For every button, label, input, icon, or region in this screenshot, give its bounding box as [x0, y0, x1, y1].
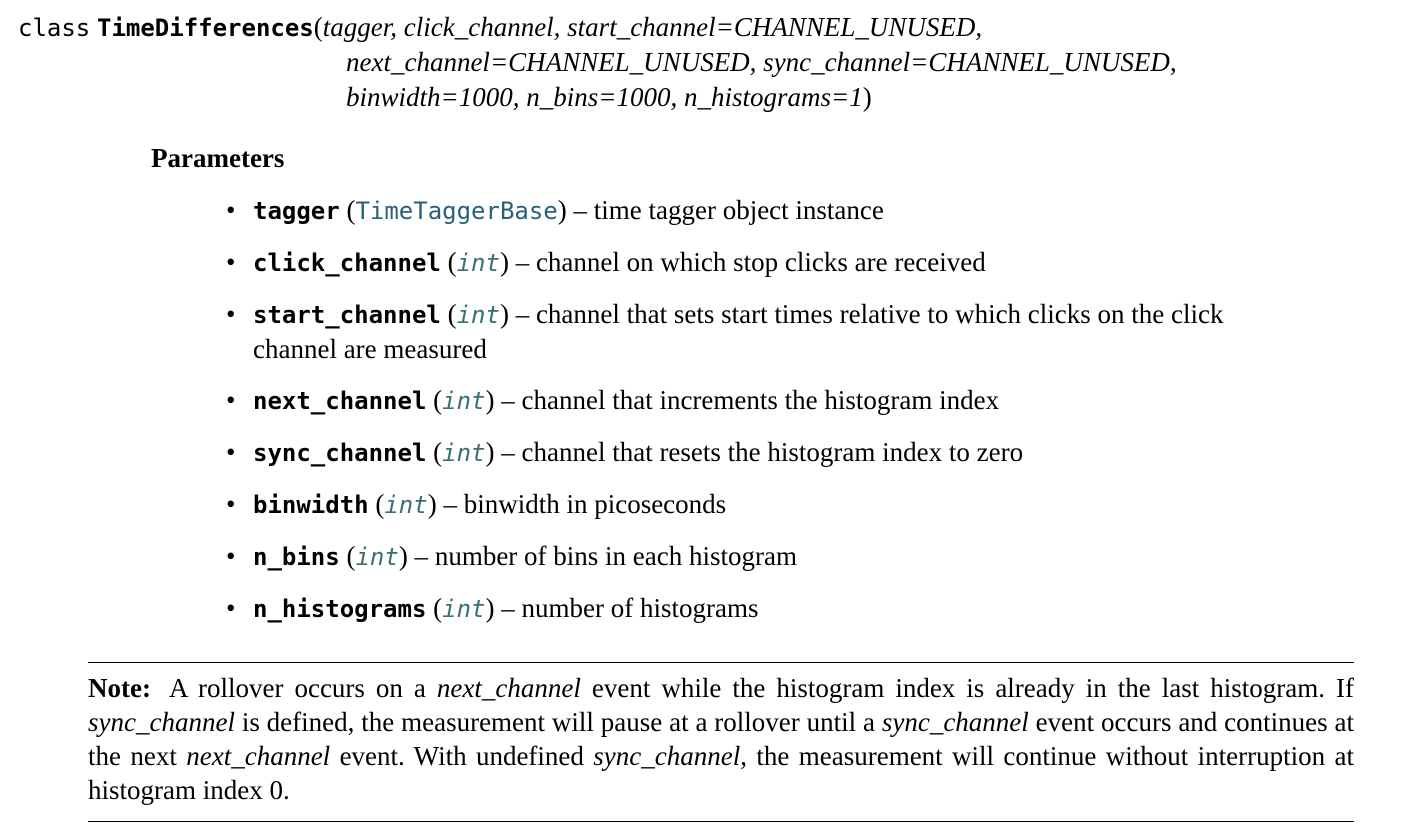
signature-args-line3-row: binwidth=1000, n_bins=1000, n_histograms… — [346, 80, 872, 115]
note-emphasis-3: sync_channel — [881, 707, 1029, 737]
param-n-bins: • n_bins (int) – number of bins in each … — [226, 541, 797, 571]
note-emphasis-5: sync_channel — [593, 741, 741, 771]
note-text-3: is defined, the measurement will pause a… — [234, 707, 882, 737]
note-admonition: Note: A rollover occurs on a next_channel… — [88, 671, 1354, 807]
param-name: start_channel — [253, 301, 441, 329]
note-text-1: A rollover occurs on a — [168, 673, 437, 703]
param-type-link[interactable]: int — [355, 543, 398, 571]
signature-args-line1: tagger, click_channel, start_channel=CHA… — [322, 12, 983, 42]
param-name: click_channel — [253, 249, 441, 277]
note-text-2: event while the histogram index is alrea… — [580, 673, 1354, 703]
note-text-5: event. With undefined — [330, 741, 594, 771]
param-type-link[interactable]: int — [442, 387, 485, 415]
param-description: channel on which stop clicks are receive… — [535, 247, 986, 277]
param-name: n_bins — [253, 543, 340, 571]
param-name: tagger — [253, 197, 340, 225]
bullet-icon: • — [226, 299, 236, 329]
param-description: number of histograms — [521, 593, 759, 623]
param-description: time tagger object instance — [593, 195, 884, 225]
param-tagger: • tagger (TimeTaggerBase) – time tagger … — [226, 195, 884, 225]
note-emphasis-1: next_channel — [436, 673, 581, 703]
class-keyword: class — [18, 14, 91, 42]
param-start-channel: • start_channel (int) – channel that set… — [226, 299, 1224, 364]
param-n-histograms: • n_histograms (int) – number of histogr… — [226, 593, 759, 623]
bullet-icon: • — [226, 489, 236, 519]
param-name: binwidth — [253, 491, 369, 519]
param-name: sync_channel — [253, 439, 427, 467]
note-label: Note: — [88, 673, 151, 703]
param-type-link[interactable]: int — [457, 249, 500, 277]
param-name: n_histograms — [253, 595, 427, 623]
param-description: channel that resets the histogram index … — [521, 437, 1024, 467]
param-type-link[interactable]: int — [384, 491, 427, 519]
param-binwidth: • binwidth (int) – binwidth in picosecon… — [226, 489, 727, 519]
param-description: channel that increments the histogram in… — [521, 385, 1000, 415]
note-bottom-divider — [88, 821, 1354, 822]
bullet-icon: • — [226, 593, 236, 623]
open-paren: ( — [313, 12, 323, 42]
signature-args-line3: binwidth=1000, n_bins=1000, n_histograms… — [346, 82, 863, 112]
note-emphasis-4: next_channel — [186, 741, 331, 771]
note-emphasis-2: sync_channel — [88, 707, 235, 737]
bullet-icon: • — [226, 385, 236, 415]
bullet-icon: • — [226, 437, 236, 467]
param-type-link[interactable]: int — [442, 439, 485, 467]
class-signature: class TimeDifferences(tagger, click_chan… — [18, 10, 982, 46]
param-name: next_channel — [253, 387, 427, 415]
param-type-link[interactable]: int — [457, 301, 500, 329]
signature-args-line2: next_channel=CHANNEL_UNUSED, sync_channe… — [346, 47, 1177, 77]
parameters-heading: Parameters — [151, 143, 285, 173]
class-name: TimeDifferences — [97, 14, 314, 42]
param-click-channel: • click_channel (int) – channel on which… — [226, 247, 986, 277]
param-sync-channel: • sync_channel (int) – channel that rese… — [226, 437, 1024, 467]
param-type-link[interactable]: int — [442, 595, 485, 623]
param-description: number of bins in each histogram — [434, 541, 797, 571]
close-paren: ) — [862, 82, 872, 112]
bullet-icon: • — [226, 541, 236, 571]
parameter-list: • tagger (TimeTaggerBase) – time tagger … — [226, 193, 1306, 643]
bullet-icon: • — [226, 247, 236, 277]
note-top-divider — [88, 662, 1354, 663]
bullet-icon: • — [226, 195, 236, 225]
param-next-channel: • next_channel (int) – channel that incr… — [226, 385, 1000, 415]
param-type-link[interactable]: TimeTaggerBase — [355, 197, 557, 225]
param-description: binwidth in picoseconds — [463, 489, 727, 519]
